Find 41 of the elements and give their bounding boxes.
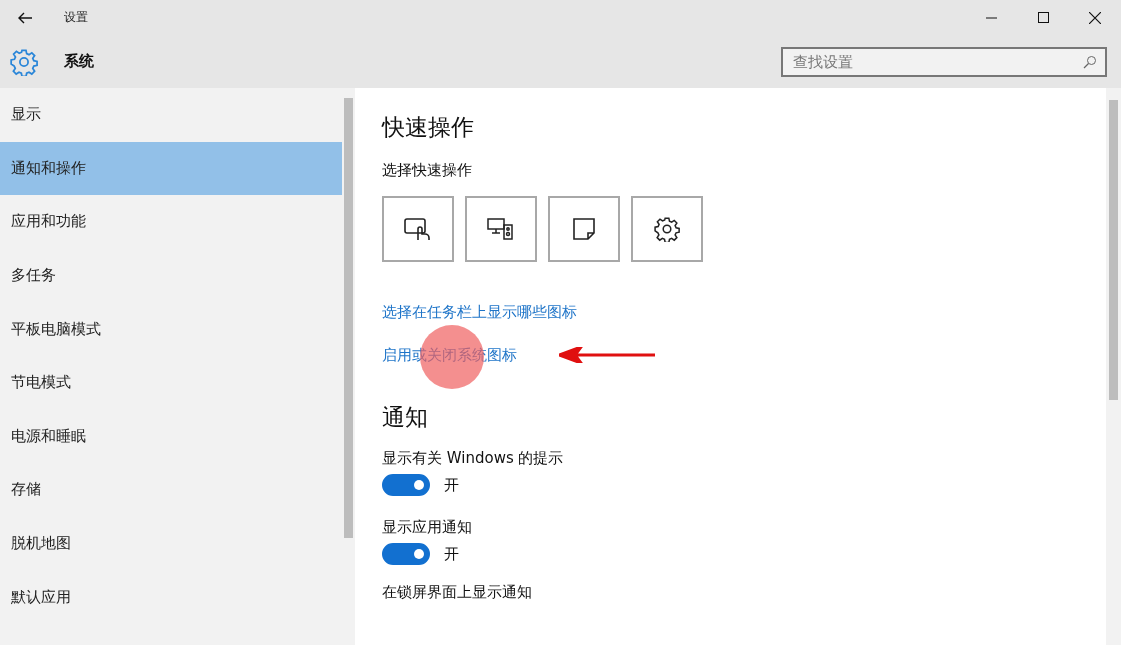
maximize-icon: [1037, 12, 1049, 23]
quick-action-tile[interactable]: [465, 196, 537, 262]
sidebar-item[interactable]: 通知和操作: [0, 141, 342, 196]
sidebar-item[interactable]: 电源和睡眠: [0, 409, 342, 464]
gear-icon: [654, 216, 680, 242]
toggle-switch[interactable]: [382, 474, 430, 496]
tablet-touch-icon: [404, 216, 432, 242]
arrow-icon: [559, 347, 657, 363]
devices-icon: [487, 217, 515, 241]
search-icon: [1083, 54, 1097, 69]
sidebar-item[interactable]: 显示: [0, 88, 342, 142]
sidebar-item[interactable]: 多任务: [0, 248, 342, 303]
scrollbar[interactable]: [342, 88, 355, 645]
note-icon: [572, 217, 596, 241]
setting-label: 在锁屏界面上显示通知: [382, 583, 532, 602]
search-field[interactable]: 查找设置: [781, 46, 1107, 77]
sidebar-item[interactable]: 存储: [0, 463, 342, 517]
setting-label: 显示应用通知: [382, 518, 472, 537]
minimize-icon: [985, 16, 997, 19]
sidebar-item[interactable]: 脱机地图: [0, 516, 342, 571]
quick-action-tile[interactable]: [548, 196, 620, 262]
gear-icon: [10, 47, 38, 76]
settings-link[interactable]: 选择在任务栏上显示哪些图标: [382, 303, 577, 322]
page-title: 系统: [64, 52, 95, 71]
window-title: 设置: [64, 9, 89, 26]
section-subheading: 选择快速操作: [382, 161, 472, 180]
quick-action-tile[interactable]: [631, 196, 703, 262]
section-heading: 快速操作: [382, 113, 474, 142]
back-arrow-icon: [18, 11, 32, 24]
toggle-switch[interactable]: [382, 543, 430, 565]
close-icon: [1089, 11, 1101, 24]
setting-label: 显示有关 Windows 的提示: [382, 449, 564, 468]
sidebar-item[interactable]: 节电模式: [0, 355, 342, 410]
sidebar-item[interactable]: 应用和功能: [0, 195, 342, 249]
toggle-state: 开: [444, 475, 459, 495]
toggle-state: 开: [444, 544, 459, 564]
scrollbar[interactable]: [1106, 88, 1121, 645]
sidebar-item[interactable]: 默认应用: [0, 570, 342, 624]
section-heading: 通知: [382, 403, 428, 432]
quick-action-tile[interactable]: [382, 196, 454, 262]
sidebar-item[interactable]: 平板电脑模式: [0, 302, 342, 356]
